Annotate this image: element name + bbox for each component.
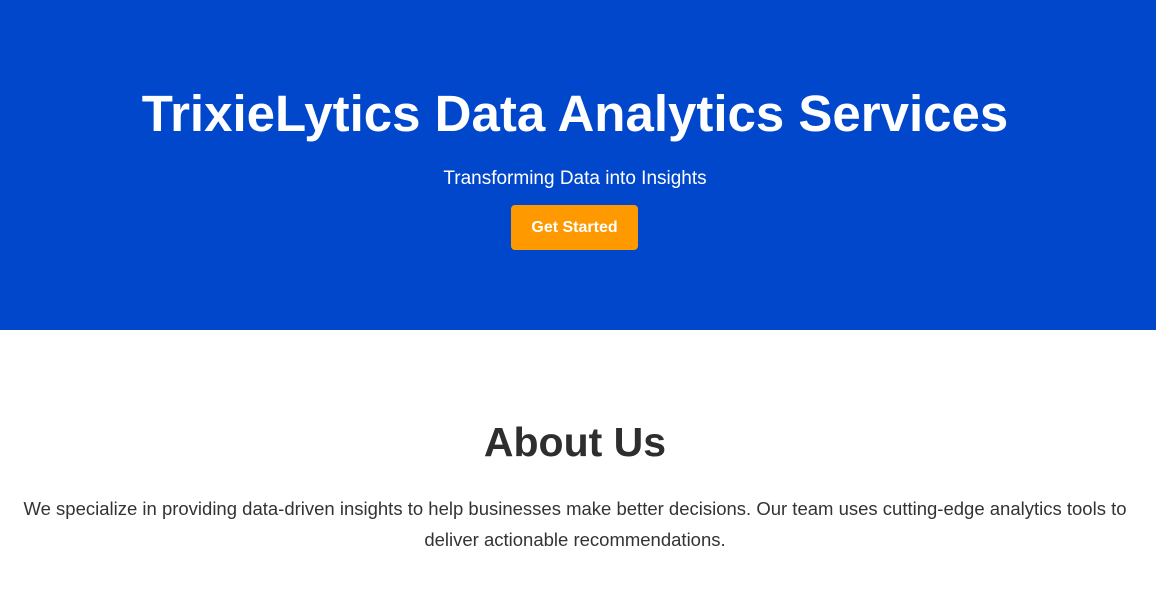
hero-section: TrixieLytics Data Analytics Services Tra… xyxy=(0,0,1156,330)
hero-title: TrixieLytics Data Analytics Services xyxy=(141,85,1009,142)
about-description: We specialize in providing data-driven i… xyxy=(23,498,1127,550)
about-heading: About Us xyxy=(483,419,667,465)
hero-subtitle: Transforming Data into Insights xyxy=(443,168,707,189)
get-started-button[interactable]: Get Started xyxy=(511,205,638,250)
